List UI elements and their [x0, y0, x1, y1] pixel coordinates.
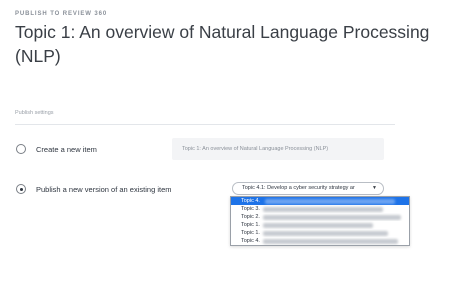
redacted-text [263, 222, 373, 228]
create-new-label[interactable]: Create a new item [36, 145, 97, 154]
select-value: Topic 4.1: Develop a cyber security stra… [242, 185, 355, 191]
radio-selected-dot [19, 187, 23, 191]
new-version-label[interactable]: Publish a new version of an existing ite… [36, 185, 172, 194]
redacted-text [263, 238, 398, 244]
redacted-text [263, 206, 383, 212]
dropdown-option[interactable]: Topic 4. [231, 237, 409, 245]
dropdown-option[interactable]: Topic 1. [231, 229, 409, 237]
redacted-text [265, 198, 395, 204]
dropdown-option[interactable]: Topic 3. [231, 205, 409, 213]
item-name-field[interactable]: Topic 1: An overview of Natural Language… [172, 138, 384, 160]
existing-item-dropdown[interactable]: Topic 4. Topic 3. Topic 2. Topic 1. Topi… [230, 196, 410, 246]
section-divider [15, 124, 395, 125]
page-title: Topic 1: An overview of Natural Language… [15, 22, 430, 66]
section-label: Publish settings [15, 110, 54, 116]
redacted-text [263, 230, 388, 236]
dropdown-option[interactable]: Topic 2. [231, 213, 409, 221]
page-kicker: PUBLISH TO REVIEW 360 [15, 11, 108, 17]
redacted-text [263, 214, 401, 220]
radio-new-version[interactable] [16, 184, 26, 194]
dropdown-option[interactable]: Topic 4. [231, 197, 409, 205]
existing-item-select[interactable]: Topic 4.1: Develop a cyber security stra… [232, 182, 384, 195]
radio-create-new[interactable] [16, 144, 26, 154]
dropdown-option[interactable]: Topic 1. [231, 221, 409, 229]
chevron-down-icon: ▼ [372, 185, 377, 191]
